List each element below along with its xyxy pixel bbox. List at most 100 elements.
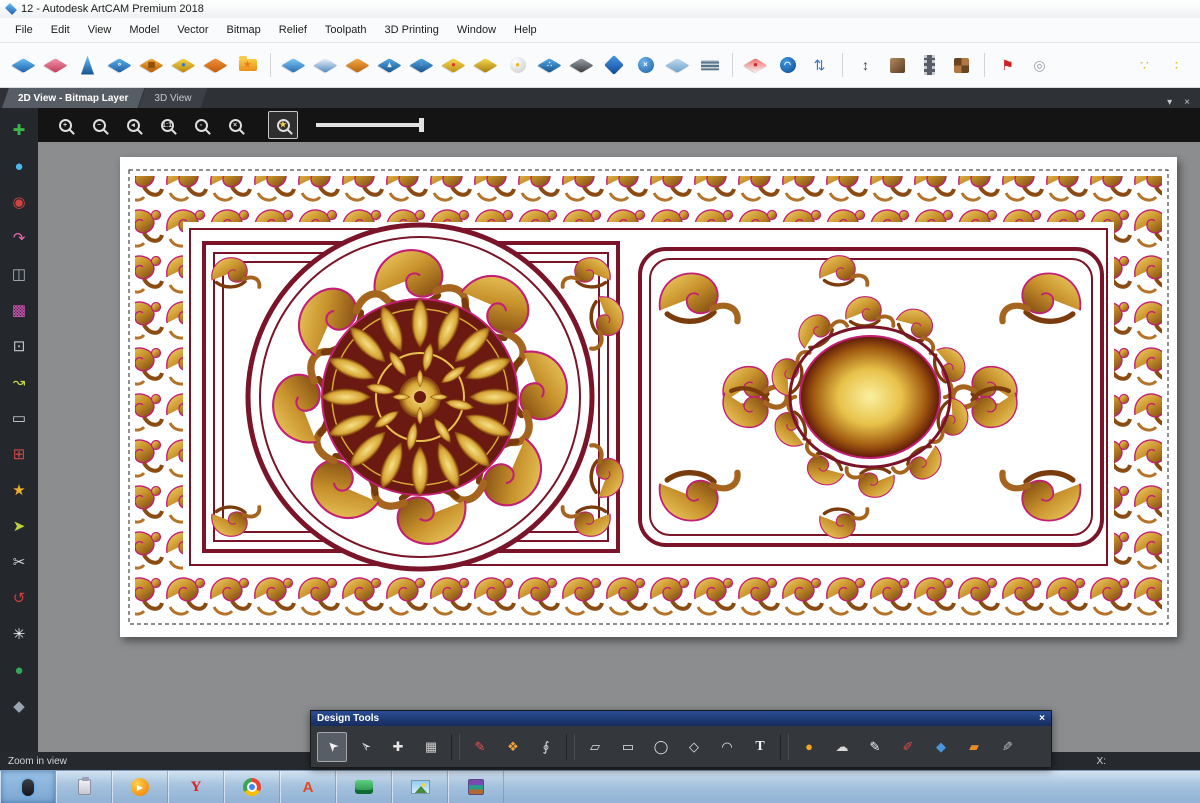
taskbar-3d-printing[interactable]: [336, 771, 392, 803]
menu-model[interactable]: Model: [120, 21, 168, 39]
draw-pencil-tool[interactable]: ✎: [860, 732, 890, 762]
color-droplet-icon[interactable]: ●: [742, 52, 769, 79]
zoom-objects-button[interactable]: ★: [268, 111, 298, 139]
dot-pair-icon[interactable]: ∶: [1163, 52, 1190, 79]
create-polyline-tool[interactable]: ▱: [580, 732, 610, 762]
swatch-grid-icon[interactable]: [948, 52, 975, 79]
starburst-icon[interactable]: ✳: [5, 620, 33, 648]
droplet-relief-icon[interactable]: ●: [440, 52, 467, 79]
paint-brush-tool[interactable]: ✐: [893, 732, 923, 762]
fluid-relief-tool[interactable]: ●: [794, 732, 824, 762]
separator[interactable]: [838, 52, 847, 79]
freehand-curve-icon[interactable]: ↝: [5, 368, 33, 396]
swirl-curve-icon[interactable]: ↺: [5, 584, 33, 612]
canvas-viewport[interactable]: [38, 142, 1200, 752]
contour-trace-tool[interactable]: ∮: [531, 732, 561, 762]
tab-2d-view[interactable]: 2D View - Bitmap Layer: [2, 88, 144, 108]
offset-relief-icon[interactable]: [344, 52, 371, 79]
fine-pencil-tool[interactable]: ✎: [992, 732, 1022, 762]
erase-relief-icon[interactable]: [42, 52, 69, 79]
create-polygon-tool[interactable]: ◇: [679, 732, 709, 762]
menu-bitmap[interactable]: Bitmap: [218, 21, 270, 39]
taskbar-chrome[interactable]: [224, 771, 280, 803]
filmstrip-icon[interactable]: [916, 52, 943, 79]
nest-dots-icon[interactable]: ∵: [1131, 52, 1158, 79]
sort-layers-icon[interactable]: ⇅: [806, 52, 833, 79]
preview-circle-icon[interactable]: ◎: [1026, 52, 1053, 79]
snap-region-icon[interactable]: ⊞: [5, 440, 33, 468]
create-rectangle-tool[interactable]: ▭: [613, 732, 643, 762]
design-canvas[interactable]: [120, 157, 1177, 637]
taskbar-photo-viewer[interactable]: [392, 771, 448, 803]
dark-layers-icon[interactable]: [568, 52, 595, 79]
sphere-erase-icon[interactable]: ×: [632, 52, 659, 79]
blue-plane-icon[interactable]: [600, 52, 627, 79]
ring-relief-icon[interactable]: ◦: [408, 52, 435, 79]
separator[interactable]: [266, 52, 275, 79]
new-model-icon[interactable]: [10, 52, 37, 79]
sphere-shape-icon[interactable]: ●: [5, 152, 33, 180]
select-vectors-tool[interactable]: ➤: [317, 731, 347, 762]
trim-vectors-icon[interactable]: ✂: [5, 548, 33, 576]
extrude-icon[interactable]: [202, 52, 229, 79]
pale-plane-icon[interactable]: [664, 52, 691, 79]
toolpath-flag-icon[interactable]: ⚑: [994, 52, 1021, 79]
separator[interactable]: [980, 52, 989, 79]
separator[interactable]: [728, 52, 737, 79]
zoom-slider[interactable]: [316, 117, 424, 133]
sphere-ring-icon[interactable]: ◠: [774, 52, 801, 79]
menu-help[interactable]: Help: [505, 21, 546, 39]
rectangle-shape-icon[interactable]: ▭: [5, 404, 33, 432]
taskbar-clipboard[interactable]: [56, 771, 112, 803]
mirror-tool-icon[interactable]: ◫: [5, 260, 33, 288]
zoom-out-button[interactable]: −: [84, 111, 114, 139]
zoom-extents-button[interactable]: ×: [220, 111, 250, 139]
raise-relief-icon[interactable]: ▴: [376, 52, 403, 79]
taskbar-pointer-device[interactable]: [0, 771, 56, 803]
tab-3d-view[interactable]: 3D View: [138, 88, 207, 108]
vector-draw-icon[interactable]: ➤: [5, 512, 33, 540]
wide-brush-tool[interactable]: ▰: [959, 732, 989, 762]
close-view-icon[interactable]: ×: [1184, 97, 1190, 108]
zoom-1to1-button[interactable]: 1:1: [152, 111, 182, 139]
smooth-relief-icon[interactable]: [74, 52, 101, 79]
measure-height-icon[interactable]: ↕: [852, 52, 879, 79]
transform-vectors-tool[interactable]: ✚: [383, 732, 413, 762]
freehand-draw-tool[interactable]: ✎: [465, 732, 495, 762]
menu-window[interactable]: Window: [448, 21, 505, 39]
taskbar-artcam[interactable]: A: [280, 771, 336, 803]
gold-relief-icon[interactable]: [472, 52, 499, 79]
separator[interactable]: [451, 733, 460, 760]
node-editing-tool[interactable]: ➢: [350, 732, 380, 762]
zoom-previous-button[interactable]: ◂: [118, 111, 148, 139]
separator[interactable]: [780, 733, 789, 760]
menu-relief[interactable]: Relief: [270, 21, 316, 39]
taskbar-media-player[interactable]: ▶: [112, 771, 168, 803]
menu-3d-printing[interactable]: 3D Printing: [375, 21, 447, 39]
view-menu-icon[interactable]: ▾: [1167, 97, 1172, 108]
import-clipart-icon[interactable]: ★: [234, 52, 261, 79]
select-region-icon[interactable]: ▩: [5, 296, 33, 324]
spline-draw-icon[interactable]: ↷: [5, 224, 33, 252]
green-dome-icon[interactable]: ●: [5, 656, 33, 684]
taskbar-yandex-browser[interactable]: Y: [168, 771, 224, 803]
shape-editor-tool[interactable]: ❖: [498, 732, 528, 762]
create-text-tool[interactable]: T: [745, 732, 775, 762]
material-swatch-icon[interactable]: [884, 52, 911, 79]
clipart-star-icon[interactable]: ★: [5, 476, 33, 504]
texture-relief-icon[interactable]: ∴: [536, 52, 563, 79]
palette-title-bar[interactable]: Design Tools ×: [311, 711, 1051, 726]
zoom-in-button[interactable]: +: [50, 111, 80, 139]
shape-overlay-icon[interactable]: ⊡: [5, 332, 33, 360]
flat-plane-icon[interactable]: [280, 52, 307, 79]
menu-vector[interactable]: Vector: [168, 21, 217, 39]
taskbar-winrar[interactable]: [448, 771, 504, 803]
menu-edit[interactable]: Edit: [42, 21, 79, 39]
menu-view[interactable]: View: [79, 21, 121, 39]
zoom-window-button[interactable]: ▫: [186, 111, 216, 139]
envelope-distort-tool[interactable]: ▦: [416, 732, 446, 762]
texture-circle-icon[interactable]: ◉: [5, 188, 33, 216]
slider-handle[interactable]: [419, 118, 424, 132]
two-rail-sweep-icon[interactable]: ∘: [106, 52, 133, 79]
weave-wizard-icon[interactable]: ▦: [138, 52, 165, 79]
